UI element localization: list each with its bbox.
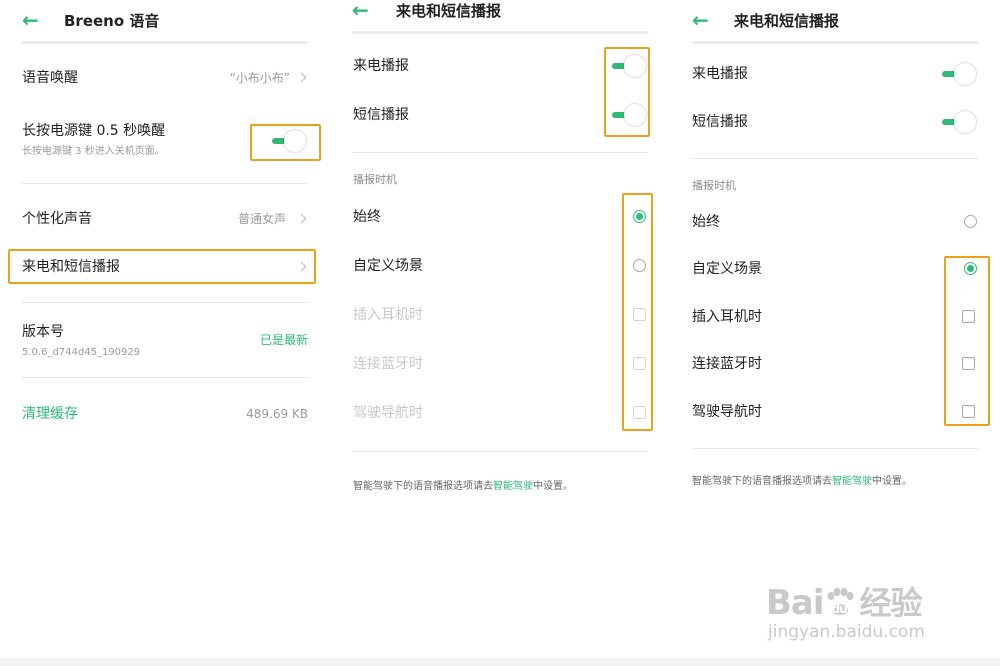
smart-driving-link[interactable]: 智能驾驶	[493, 481, 533, 492]
version-status: 已是最新	[259, 333, 308, 347]
option-always-label: 始终	[353, 209, 381, 225]
sms-broadcast-label: 短信播报	[692, 114, 748, 130]
footer-text: 智能驾驶下的语音播报选项请去	[692, 476, 832, 487]
highlight-box-options	[944, 256, 990, 426]
page-title: 来电和短信播报	[396, 2, 502, 20]
option-headphone-label: 插入耳机时	[353, 307, 423, 323]
header-divider	[692, 41, 978, 44]
wake-word-row[interactable]: 语音唤醒 “小布小布”	[0, 58, 330, 98]
option-always-label: 始终	[692, 214, 720, 230]
watermark-du: du	[831, 602, 848, 616]
divider	[692, 158, 978, 159]
watermark-jingyan: 经验	[859, 584, 923, 622]
power-key-label: 长按电源键 0.5 秒唤醒	[22, 123, 166, 139]
footer-note: 智能驾驶下的语音播报选项请去智能驾驶中设置。	[692, 475, 912, 489]
back-arrow-icon[interactable]: ←	[352, 0, 369, 20]
header-divider	[352, 31, 648, 34]
back-arrow-icon[interactable]: ←	[692, 10, 709, 30]
clear-cache-button[interactable]: 清理缓存	[22, 404, 78, 424]
call-broadcast-label: 来电播报	[692, 66, 748, 82]
voice-value: 普通女声	[237, 212, 286, 226]
call-broadcast-toggle[interactable]	[942, 62, 976, 86]
highlight-box-toggles	[604, 47, 650, 137]
chevron-right-icon	[296, 213, 307, 224]
option-driving-label: 驾驶导航时	[692, 404, 762, 420]
divider	[352, 451, 648, 452]
nav-bar	[0, 658, 330, 666]
option-custom-label: 自定义场景	[692, 261, 762, 277]
sms-broadcast-toggle[interactable]	[942, 110, 976, 134]
divider	[22, 377, 308, 378]
voice-label: 个性化声音	[22, 211, 92, 227]
footer-note: 智能驾驶下的语音播报选项请去智能驾驶中设置。	[353, 480, 573, 494]
option-driving-label: 驾驶导航时	[353, 405, 423, 421]
highlight-box-options	[622, 193, 653, 431]
nav-bar	[670, 658, 1000, 666]
sms-broadcast-label: 短信播报	[353, 107, 409, 123]
highlight-box-broadcast	[8, 249, 316, 284]
back-arrow-icon[interactable]: ←	[22, 10, 39, 30]
footer-text: 中设置。	[533, 481, 573, 492]
divider	[22, 302, 308, 303]
baidu-watermark: Bai du 经验	[766, 578, 923, 624]
page-title: Breeno 语音	[64, 12, 160, 30]
option-bluetooth-label: 连接蓝牙时	[692, 356, 762, 372]
section-header: 播报时机	[692, 179, 736, 192]
version-label: 版本号	[22, 324, 64, 340]
cache-size: 489.69 KB	[246, 407, 308, 421]
voice-row[interactable]: 个性化声音 普通女声	[0, 199, 330, 239]
divider	[352, 152, 648, 153]
call-broadcast-label: 来电播报	[353, 58, 409, 74]
wake-word-label: 语音唤醒	[22, 70, 78, 86]
baidu-paw-icon: du	[824, 586, 856, 616]
option-headphone-label: 插入耳机时	[692, 309, 762, 325]
nav-bar	[330, 658, 670, 666]
footer-text: 智能驾驶下的语音播报选项请去	[353, 481, 493, 492]
power-key-sub: 长按电源键 3 秒进入关机页面。	[22, 146, 165, 157]
broadcast-settings-panel-b: ← 来电和短信播报 来电播报 短信播报 播报时机 始终 自定义场景 插入耳机时 …	[670, 0, 1000, 666]
option-bluetooth-label: 连接蓝牙时	[353, 356, 423, 372]
highlight-box-power-toggle	[250, 124, 321, 161]
broadcast-settings-panel-a: ← 来电和短信播报 来电播报 短信播报 播报时机 始终 自定义场景 插入耳机时 …	[330, 0, 670, 666]
chevron-right-icon	[296, 72, 307, 83]
watermark-url: jingyan.baidu.com	[768, 622, 925, 642]
version-number: 5.0.6_d744d45_190929	[22, 347, 141, 358]
smart-driving-link[interactable]: 智能驾驶	[832, 476, 872, 487]
wake-word-value: “小布小布”	[229, 71, 290, 85]
watermark-bai: Bai	[766, 583, 825, 623]
divider	[22, 183, 308, 184]
footer-text: 中设置。	[872, 476, 912, 487]
option-always-radio[interactable]	[964, 215, 977, 228]
breeno-settings-panel: ← Breeno 语音 语音唤醒 “小布小布” 长按电源键 0.5 秒唤醒 长按…	[0, 0, 330, 666]
header-divider	[22, 41, 308, 44]
page-title: 来电和短信播报	[734, 12, 840, 30]
section-header: 播报时机	[353, 173, 397, 186]
option-custom-label: 自定义场景	[353, 258, 423, 274]
divider	[692, 448, 978, 449]
